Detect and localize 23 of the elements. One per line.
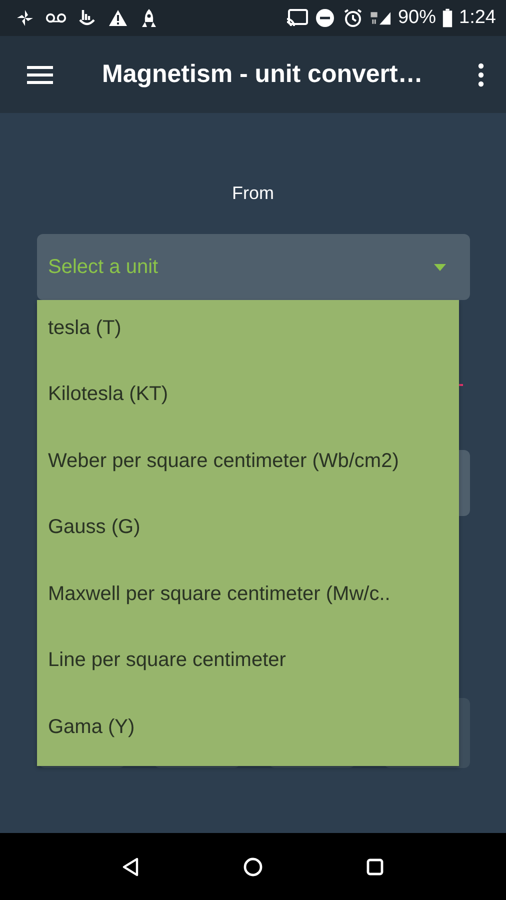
menu-icon[interactable]	[27, 64, 53, 84]
menu-item[interactable]: Gama (Y)	[37, 699, 459, 766]
recents-icon[interactable]	[365, 856, 385, 876]
menu-item[interactable]: Weber per square centimeter (Wb/cm2)	[37, 433, 459, 500]
menu-item[interactable]: tesla (T)	[37, 300, 459, 366]
menu-item[interactable]: Gauss (G)	[37, 500, 459, 566]
menu-item[interactable]: Kilotesla (KT)	[37, 366, 459, 433]
menu-item[interactable]: Line per square centimeter	[37, 632, 459, 699]
menu-item[interactable]: Maxwell per square centimeter (Mw/c..	[37, 566, 459, 632]
from-label: From	[232, 182, 274, 205]
caret-icon	[434, 264, 446, 270]
cast-icon	[286, 8, 308, 28]
do-not-disturb-icon	[314, 8, 336, 28]
clock-time: 1:24	[459, 7, 496, 29]
unit-dropdown[interactable]: Select a unit	[37, 234, 470, 300]
battery-level: 90%	[398, 7, 436, 29]
battery-icon	[442, 8, 454, 28]
home-icon[interactable]	[243, 856, 263, 876]
warning-icon	[107, 8, 129, 28]
alarm-icon	[342, 8, 364, 28]
app-title: Magnetism - unit convert…	[102, 60, 424, 89]
back-icon[interactable]	[121, 856, 141, 876]
more-options-icon[interactable]	[478, 62, 484, 86]
